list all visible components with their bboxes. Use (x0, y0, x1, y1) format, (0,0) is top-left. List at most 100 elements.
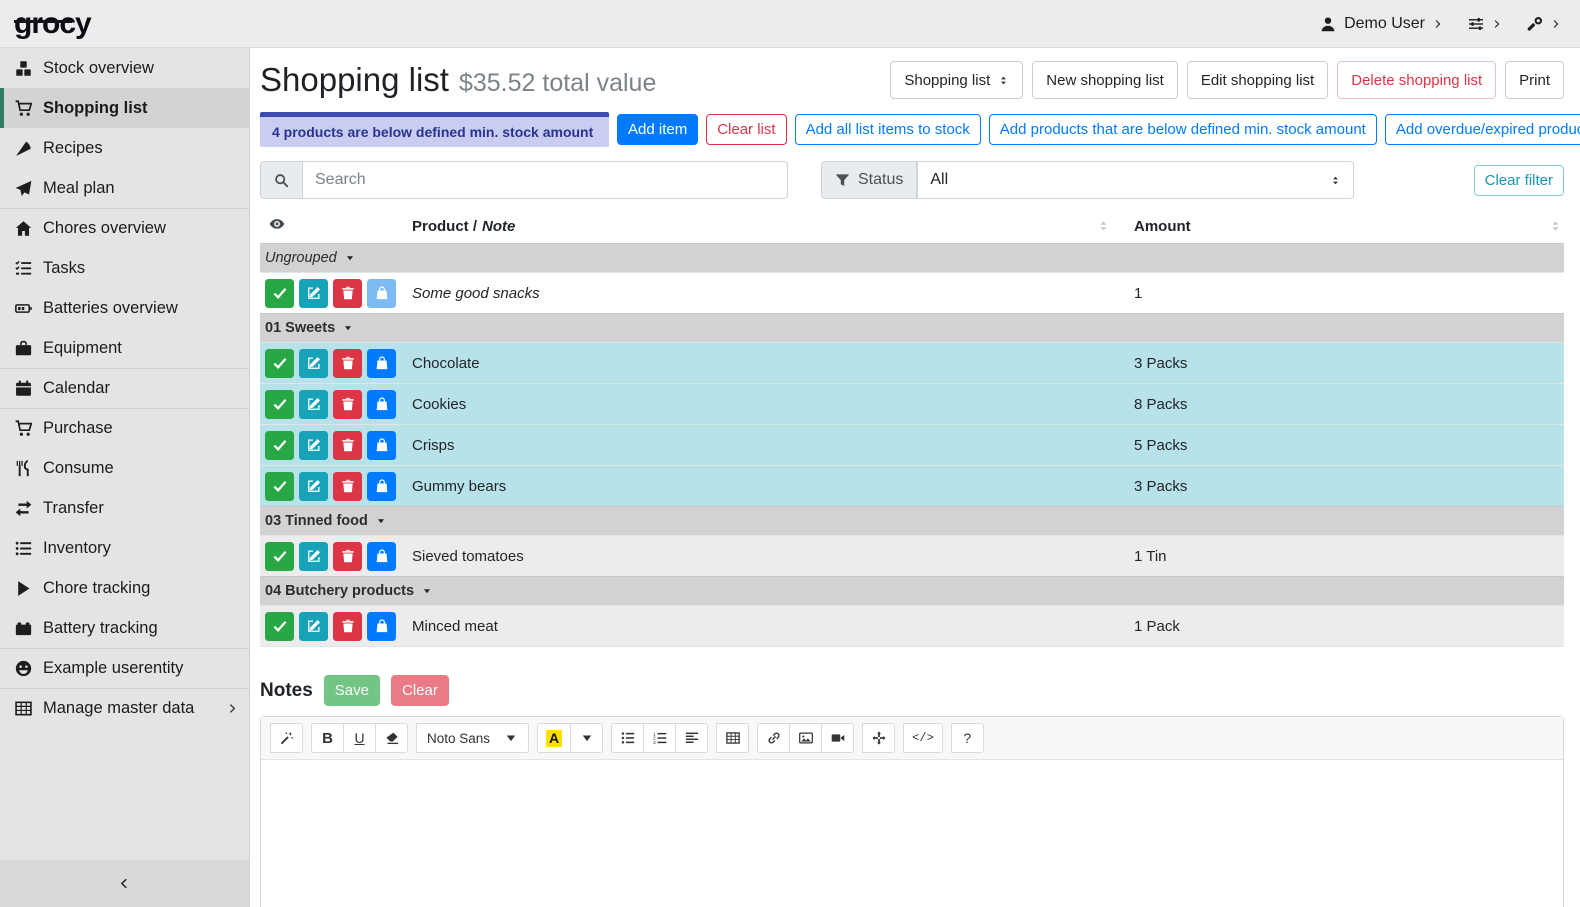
group-header-sweets[interactable]: 01 Sweets (260, 313, 1564, 342)
delete-item-button[interactable] (333, 431, 362, 460)
shopping-bag-icon (375, 549, 389, 563)
admin-menu[interactable] (1527, 16, 1560, 32)
sidebar-item-equipment[interactable]: Equipment (0, 328, 249, 368)
edit-item-button[interactable] (299, 390, 328, 419)
below-min-stock-alert[interactable]: 4 products are below defined min. stock … (260, 112, 609, 147)
sidebar-item-consume[interactable]: Consume (0, 448, 249, 488)
add-to-stock-button[interactable] (367, 612, 396, 641)
sidebar-item-inventory[interactable]: Inventory (0, 528, 249, 568)
sidebar-item-calendar[interactable]: Calendar (0, 368, 249, 408)
bold-button[interactable]: B (311, 723, 344, 753)
sidebar-item-meal-plan[interactable]: Meal plan (0, 168, 249, 208)
mark-done-button[interactable] (265, 472, 294, 501)
sidebar-item-shopping-list[interactable]: Shopping list (0, 88, 249, 128)
add-below-min-button[interactable]: Add products that are below defined min.… (989, 114, 1377, 145)
mark-done-button[interactable] (265, 390, 294, 419)
add-item-button[interactable]: Add item (617, 114, 698, 145)
help-button[interactable]: ? (951, 723, 984, 753)
mark-done-button[interactable] (265, 431, 294, 460)
product-column-header[interactable]: Product / Note (412, 218, 1124, 235)
edit-item-button[interactable] (299, 431, 328, 460)
amount-column-header[interactable]: Amount (1124, 218, 1564, 235)
notes-save-button[interactable]: Save (324, 675, 380, 706)
recipes-icon (15, 140, 32, 157)
sidebar-item-example-userentity[interactable]: Example userentity (0, 648, 249, 688)
grocy-logo[interactable]: grocy (14, 7, 91, 41)
insert-picture-button[interactable] (789, 723, 822, 753)
unordered-list-button[interactable] (611, 723, 644, 753)
insert-table-button[interactable] (716, 723, 749, 753)
sidebar-item-chore-tracking[interactable]: Chore tracking (0, 568, 249, 608)
delete-item-button[interactable] (333, 349, 362, 378)
underline-button[interactable]: U (343, 723, 376, 753)
insert-link-button[interactable] (757, 723, 790, 753)
delete-shopping-list-button[interactable]: Delete shopping list (1337, 61, 1496, 99)
clear-formatting-button[interactable] (375, 723, 408, 753)
add-to-stock-button[interactable] (367, 390, 396, 419)
font-family-button[interactable]: Noto Sans (416, 723, 529, 753)
sidebar-item-stock-overview[interactable]: Stock overview (0, 48, 249, 88)
highlight-color-button[interactable]: A (537, 723, 571, 753)
add-all-to-stock-button[interactable]: Add all list items to stock (795, 114, 981, 145)
delete-item-button[interactable] (333, 279, 362, 308)
arrows-alt-icon (872, 731, 886, 745)
add-to-stock-button[interactable] (367, 472, 396, 501)
add-to-stock-button[interactable] (367, 431, 396, 460)
mark-done-button[interactable] (265, 279, 294, 308)
clear-filter-button[interactable]: Clear filter (1474, 165, 1564, 196)
edit-item-button[interactable] (299, 472, 328, 501)
user-menu[interactable]: Demo User (1320, 15, 1442, 33)
main-content: Shopping list $35.52 total value Shoppin… (250, 48, 1580, 907)
mark-done-button[interactable] (265, 542, 294, 571)
sidebar-item-recipes[interactable]: Recipes (0, 128, 249, 168)
notes-edit-area[interactable] (261, 760, 1563, 907)
code-view-button[interactable]: </> (903, 723, 943, 753)
sidebar-item-batteries-overview[interactable]: Batteries overview (0, 288, 249, 328)
ordered-list-button[interactable]: 123 (643, 723, 676, 753)
sidebar-item-battery-tracking[interactable]: Battery tracking (0, 608, 249, 648)
add-to-stock-button[interactable] (367, 279, 396, 308)
group-header-ungrouped[interactable]: Ungrouped (260, 243, 1564, 272)
add-overdue-button[interactable]: Add overdue/expired products (1385, 114, 1580, 145)
insert-video-button[interactable] (821, 723, 854, 753)
paragraph-align-button[interactable] (675, 723, 708, 753)
new-shopping-list-button[interactable]: New shopping list (1032, 61, 1178, 99)
shopping-list-select[interactable]: Shopping list (890, 61, 1023, 99)
group-header-butchery[interactable]: 04 Butchery products (260, 576, 1564, 605)
highlight-color-dropdown[interactable] (570, 723, 603, 753)
sidebar-item-purchase[interactable]: Purchase (0, 408, 249, 448)
add-to-stock-button[interactable] (367, 349, 396, 378)
notes-clear-button[interactable]: Clear (391, 675, 449, 706)
edit-item-button[interactable] (299, 279, 328, 308)
delete-item-button[interactable] (333, 472, 362, 501)
status-select[interactable]: All (917, 161, 1354, 199)
sidebar-item-manage-master-data[interactable]: Manage master data (0, 688, 249, 728)
delete-item-button[interactable] (333, 390, 362, 419)
settings-menu[interactable] (1468, 16, 1501, 32)
exchange-icon (15, 500, 32, 517)
magic-style-button[interactable] (270, 723, 303, 753)
clear-list-button[interactable]: Clear list (706, 114, 786, 145)
sidebar-item-transfer[interactable]: Transfer (0, 488, 249, 528)
add-to-stock-button[interactable] (367, 542, 396, 571)
sidebar-item-tasks[interactable]: Tasks (0, 248, 249, 288)
mark-done-button[interactable] (265, 612, 294, 641)
check-icon (273, 438, 287, 452)
chevron-right-icon (1492, 19, 1501, 29)
search-input[interactable] (303, 161, 788, 199)
item-product: Cookies (412, 396, 1124, 413)
fullscreen-button[interactable] (862, 723, 895, 753)
edit-item-button[interactable] (299, 542, 328, 571)
sidebar-collapse-button[interactable] (0, 860, 249, 907)
caret-down-icon (504, 731, 518, 745)
edit-shopping-list-button[interactable]: Edit shopping list (1187, 61, 1328, 99)
group-header-tinned-food[interactable]: 03 Tinned food (260, 506, 1564, 535)
delete-item-button[interactable] (333, 612, 362, 641)
sidebar-item-chores-overview[interactable]: Chores overview (0, 208, 249, 248)
edit-item-button[interactable] (299, 612, 328, 641)
trash-icon (341, 549, 355, 563)
edit-item-button[interactable] (299, 349, 328, 378)
delete-item-button[interactable] (333, 542, 362, 571)
mark-done-button[interactable] (265, 349, 294, 378)
print-button[interactable]: Print (1505, 61, 1564, 99)
